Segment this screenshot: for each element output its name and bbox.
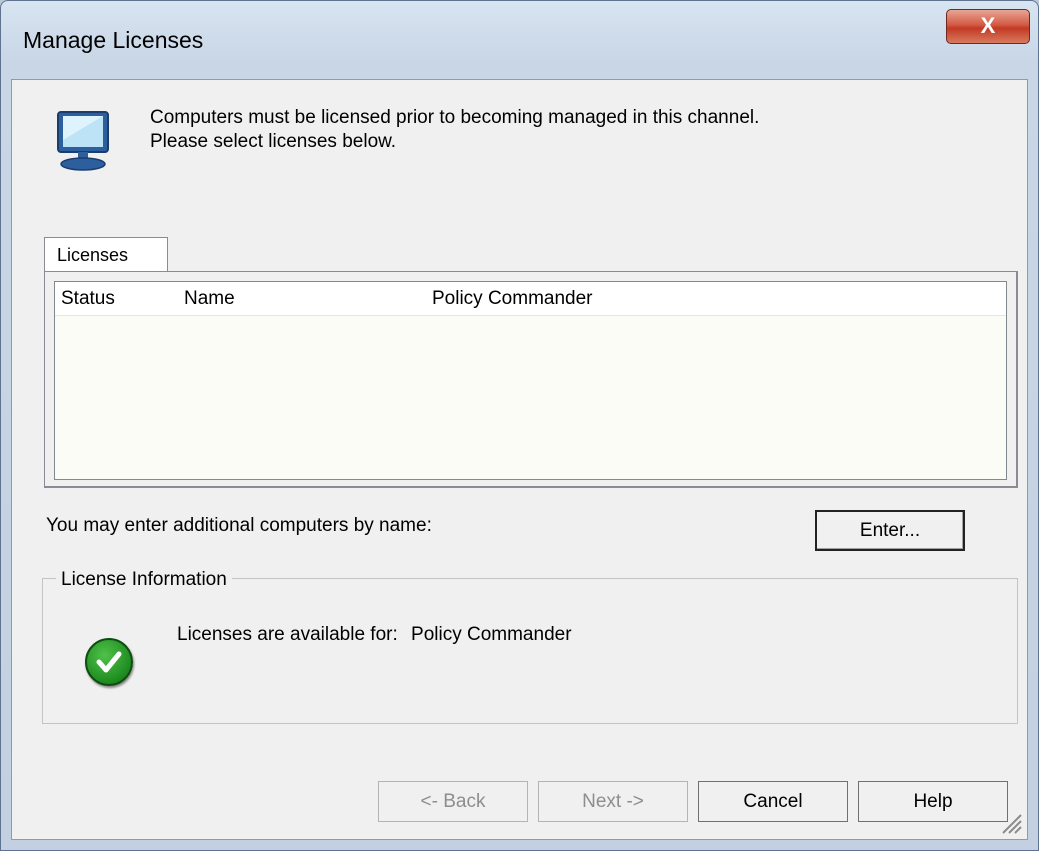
cancel-button[interactable]: Cancel <box>698 781 848 822</box>
licenses-available-label: Licenses are available for: <box>177 624 398 645</box>
back-button[interactable]: <- Back <box>378 781 528 822</box>
computer-monitor-icon <box>57 111 109 171</box>
header-line-1: Computers must be licensed prior to beco… <box>150 107 760 128</box>
title-bar[interactable]: Manage Licenses X <box>1 1 1038 79</box>
column-header-name[interactable]: Name <box>184 282 235 315</box>
window-title: Manage Licenses <box>23 27 204 53</box>
close-button[interactable]: X <box>946 9 1030 44</box>
list-header: Status Name Policy Commander <box>55 282 1006 316</box>
next-button[interactable]: Next -> <box>538 781 688 822</box>
license-list[interactable]: Status Name Policy Commander <box>54 281 1007 480</box>
licenses-available-value: Policy Commander <box>411 624 572 645</box>
header-message: Computers must be licensed prior to beco… <box>150 106 759 154</box>
help-button[interactable]: Help <box>858 781 1008 822</box>
green-checkmark-icon <box>85 638 133 686</box>
resize-grip-icon[interactable] <box>997 809 1023 835</box>
enter-computers-prompt: You may enter additional computers by na… <box>46 515 432 536</box>
enter-button[interactable]: Enter... <box>815 510 965 551</box>
license-information-legend: License Information <box>56 569 232 591</box>
dialog-body: Computers must be licensed prior to beco… <box>11 79 1028 840</box>
license-information-group <box>42 578 1018 724</box>
column-header-policy-commander[interactable]: Policy Commander <box>432 282 593 315</box>
column-header-status[interactable]: Status <box>61 282 115 315</box>
manage-licenses-window: Manage Licenses X Computers must be lice… <box>0 0 1039 851</box>
header-line-2: Please select licenses below. <box>150 131 397 152</box>
tab-licenses[interactable]: Licenses <box>44 237 168 272</box>
licenses-available-text: Licenses are available for: Policy Comma… <box>177 624 572 646</box>
